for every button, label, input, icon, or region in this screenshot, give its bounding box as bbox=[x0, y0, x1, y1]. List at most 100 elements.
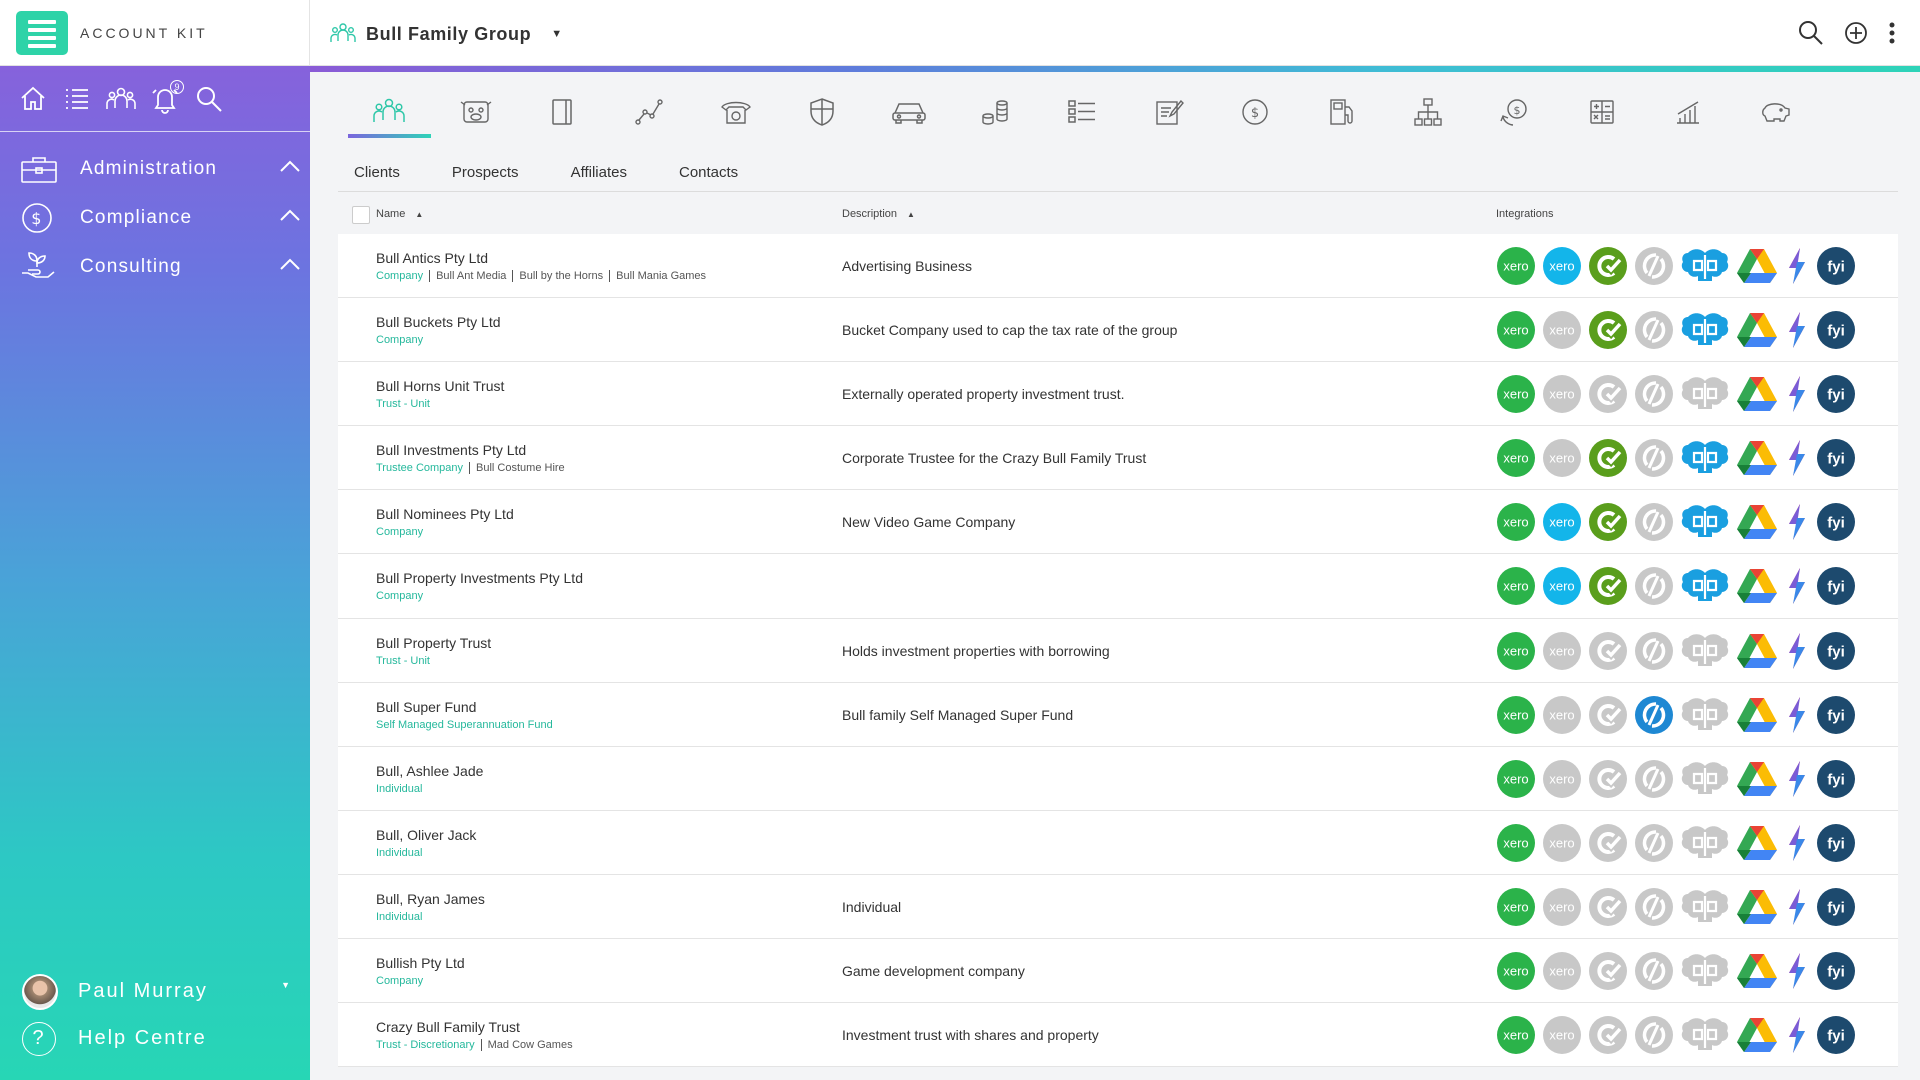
module-shield[interactable] bbox=[779, 86, 866, 138]
sync-link-icon[interactable] bbox=[1634, 1015, 1674, 1055]
sync-link-icon[interactable] bbox=[1634, 374, 1674, 414]
hub-brain-icon[interactable] bbox=[1680, 951, 1730, 991]
table-row[interactable]: Bull Antics Pty Ltd Company Bull Ant Media… bbox=[338, 234, 1898, 299]
chevron-up-icon[interactable] bbox=[278, 207, 302, 223]
cin7-icon[interactable] bbox=[1588, 566, 1628, 606]
module-cow[interactable] bbox=[433, 86, 520, 138]
google-drive-icon[interactable] bbox=[1736, 823, 1778, 863]
sort-asc-icon[interactable]: ▲ bbox=[907, 210, 915, 219]
table-row[interactable]: Bull Investments Pty Ltd Trustee Company B… bbox=[338, 426, 1898, 491]
tab-prospects[interactable]: Prospects bbox=[452, 154, 519, 191]
xero-ledger-icon[interactable]: xero bbox=[1542, 759, 1582, 799]
google-drive-icon[interactable] bbox=[1736, 951, 1778, 991]
module-bar-chart[interactable] bbox=[1645, 86, 1732, 138]
cin7-icon[interactable] bbox=[1588, 887, 1628, 927]
xero-practice-icon[interactable]: xero bbox=[1496, 695, 1536, 735]
hub-brain-icon[interactable] bbox=[1680, 759, 1730, 799]
search-icon[interactable] bbox=[194, 84, 224, 114]
xero-practice-icon[interactable]: xero bbox=[1496, 438, 1536, 478]
cin7-icon[interactable] bbox=[1588, 759, 1628, 799]
lightning-bolt-icon[interactable] bbox=[1784, 438, 1810, 478]
fyi-docs-icon[interactable]: fyi bbox=[1816, 631, 1856, 671]
group-selector[interactable]: Bull Family Group ▼ bbox=[330, 20, 562, 48]
fyi-docs-icon[interactable]: fyi bbox=[1816, 566, 1856, 606]
lightning-bolt-icon[interactable] bbox=[1784, 502, 1810, 542]
chevron-up-icon[interactable] bbox=[278, 158, 302, 174]
hub-brain-icon[interactable] bbox=[1680, 246, 1730, 286]
sync-link-icon[interactable] bbox=[1634, 951, 1674, 991]
tab-contacts[interactable]: Contacts bbox=[679, 154, 738, 191]
xero-practice-icon[interactable]: xero bbox=[1496, 1015, 1536, 1055]
entity-name[interactable]: Bull, Ryan James bbox=[376, 891, 485, 907]
chevron-up-icon[interactable] bbox=[278, 256, 302, 272]
cin7-icon[interactable] bbox=[1588, 310, 1628, 350]
hub-brain-icon[interactable] bbox=[1680, 631, 1730, 671]
xero-ledger-icon[interactable]: xero bbox=[1542, 566, 1582, 606]
lightning-bolt-icon[interactable] bbox=[1784, 823, 1810, 863]
hub-brain-icon[interactable] bbox=[1680, 1015, 1730, 1055]
xero-ledger-icon[interactable]: xero bbox=[1542, 246, 1582, 286]
xero-practice-icon[interactable]: xero bbox=[1496, 823, 1536, 863]
module-calculator[interactable] bbox=[1558, 86, 1645, 138]
xero-ledger-icon[interactable]: xero bbox=[1542, 374, 1582, 414]
module-dollar[interactable]: $ bbox=[1212, 86, 1299, 138]
cin7-icon[interactable] bbox=[1588, 951, 1628, 991]
table-row[interactable]: Crazy Bull Family Trust Trust - Discretio… bbox=[338, 1003, 1898, 1068]
table-row[interactable]: Bull, Ryan James Individual Individual xero… bbox=[338, 874, 1898, 940]
cin7-icon[interactable] bbox=[1588, 631, 1628, 671]
entity-name[interactable]: Bull Antics Pty Ltd bbox=[376, 250, 488, 266]
entity-name[interactable]: Bull Super Fund bbox=[376, 699, 476, 715]
google-drive-icon[interactable] bbox=[1736, 695, 1778, 735]
table-row[interactable]: Bull Horns Unit Trust Trust - Unit Externa… bbox=[338, 362, 1898, 427]
table-row[interactable]: Bull, Oliver Jack Individual xero xero fyi bbox=[338, 810, 1898, 875]
xero-practice-icon[interactable]: xero bbox=[1496, 374, 1536, 414]
sidebar-item-compliance[interactable]: $ Compliance bbox=[0, 193, 310, 242]
google-drive-icon[interactable] bbox=[1736, 438, 1778, 478]
sort-asc-icon[interactable]: ▲ bbox=[415, 210, 423, 219]
xero-ledger-icon[interactable]: xero bbox=[1542, 1015, 1582, 1055]
home-icon[interactable] bbox=[18, 84, 48, 114]
cin7-icon[interactable] bbox=[1588, 246, 1628, 286]
xero-ledger-icon[interactable]: xero bbox=[1542, 310, 1582, 350]
hub-brain-icon[interactable] bbox=[1680, 438, 1730, 478]
xero-ledger-icon[interactable]: xero bbox=[1542, 887, 1582, 927]
fyi-docs-icon[interactable]: fyi bbox=[1816, 502, 1856, 542]
module-timeline[interactable] bbox=[606, 86, 693, 138]
hub-brain-icon[interactable] bbox=[1680, 823, 1730, 863]
xero-practice-icon[interactable]: xero bbox=[1496, 310, 1536, 350]
fyi-docs-icon[interactable]: fyi bbox=[1816, 823, 1856, 863]
xero-practice-icon[interactable]: xero bbox=[1496, 566, 1536, 606]
fyi-docs-icon[interactable]: fyi bbox=[1816, 951, 1856, 991]
description-column-header[interactable]: Description ▲ bbox=[842, 208, 915, 220]
fyi-docs-icon[interactable]: fyi bbox=[1816, 1015, 1856, 1055]
module-coins[interactable] bbox=[952, 86, 1039, 138]
google-drive-icon[interactable] bbox=[1736, 1015, 1778, 1055]
fyi-docs-icon[interactable]: fyi bbox=[1816, 887, 1856, 927]
google-drive-icon[interactable] bbox=[1736, 246, 1778, 286]
xero-ledger-icon[interactable]: xero bbox=[1542, 951, 1582, 991]
google-drive-icon[interactable] bbox=[1736, 502, 1778, 542]
sync-link-icon[interactable] bbox=[1634, 695, 1674, 735]
sidebar-item-administration[interactable]: Administration bbox=[0, 144, 310, 193]
table-row[interactable]: Bull, Ashlee Jade Individual xero xero fyi bbox=[338, 746, 1898, 811]
module-notes[interactable] bbox=[1125, 86, 1212, 138]
hub-brain-icon[interactable] bbox=[1680, 566, 1730, 606]
help-centre-link[interactable]: ? Help Centre bbox=[0, 1015, 310, 1062]
xero-ledger-icon[interactable]: xero bbox=[1542, 438, 1582, 478]
xero-practice-icon[interactable]: xero bbox=[1496, 759, 1536, 799]
hub-brain-icon[interactable] bbox=[1680, 502, 1730, 542]
chevron-down-icon[interactable]: ▼ bbox=[551, 28, 562, 40]
notifications-button[interactable]: 9 bbox=[150, 79, 184, 114]
entity-name[interactable]: Bull Buckets Pty Ltd bbox=[376, 314, 501, 330]
xero-practice-icon[interactable]: xero bbox=[1496, 887, 1536, 927]
fyi-docs-icon[interactable]: fyi bbox=[1816, 759, 1856, 799]
lightning-bolt-icon[interactable] bbox=[1784, 246, 1810, 286]
user-menu[interactable]: Paul Murray ▼ bbox=[0, 968, 310, 1015]
table-row[interactable]: Bull Property Trust Trust - Unit Holds inv… bbox=[338, 618, 1898, 683]
module-money-transfer[interactable]: $ bbox=[1472, 86, 1559, 138]
hub-brain-icon[interactable] bbox=[1680, 310, 1730, 350]
cin7-icon[interactable] bbox=[1588, 695, 1628, 735]
lightning-bolt-icon[interactable] bbox=[1784, 374, 1810, 414]
lightning-bolt-icon[interactable] bbox=[1784, 887, 1810, 927]
add-circle-icon[interactable] bbox=[1844, 21, 1868, 45]
